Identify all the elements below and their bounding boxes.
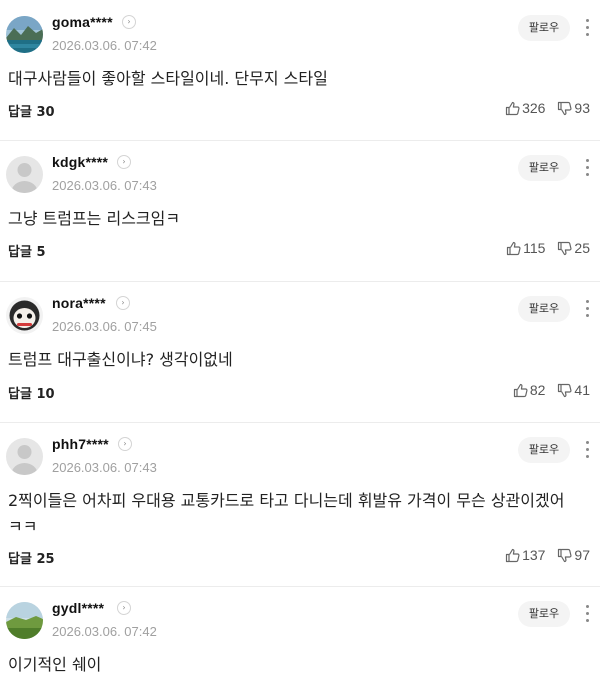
timestamp: 2026.03.06. 07:42 bbox=[52, 38, 157, 53]
like-count: 115 bbox=[523, 240, 546, 256]
timestamp: 2026.03.06. 07:43 bbox=[52, 178, 157, 193]
reply-button[interactable]: 답글 10 bbox=[8, 383, 55, 402]
user-name[interactable]: gydl**** bbox=[52, 600, 104, 616]
vote-group: 137 97 bbox=[505, 547, 590, 563]
follow-button[interactable]: 팔로우 bbox=[518, 155, 570, 181]
dislike-count: 97 bbox=[574, 547, 590, 563]
like-count: 326 bbox=[522, 100, 546, 116]
avatar[interactable] bbox=[6, 16, 43, 53]
timestamp: 2026.03.06. 07:43 bbox=[52, 460, 157, 475]
lake-landscape-photo bbox=[6, 16, 43, 53]
chevron-right-icon[interactable]: › bbox=[117, 155, 131, 169]
vote-group: 326 93 bbox=[505, 100, 590, 116]
vote-group: 82 41 bbox=[513, 382, 590, 398]
like-count: 82 bbox=[529, 382, 546, 398]
character-face-photo bbox=[6, 297, 43, 334]
user-name[interactable]: kdgk**** bbox=[52, 154, 108, 170]
chevron-right-icon[interactable]: › bbox=[118, 437, 132, 451]
dislike-count: 93 bbox=[574, 100, 590, 116]
comment-item: nora**** › 2026.03.06. 07:45 팔로우 트럼프 대구출… bbox=[0, 281, 600, 423]
follow-button[interactable]: 팔로우 bbox=[518, 437, 570, 463]
comment-text: 트럼프 대구출신이냐? 생각이없네 bbox=[8, 350, 233, 369]
more-options-icon[interactable] bbox=[580, 603, 594, 625]
thumbs-up-icon[interactable] bbox=[506, 241, 521, 256]
dislike-count: 25 bbox=[574, 240, 590, 256]
comment-text: 대구사람들이 좋아할 스타일이네. 단무지 스타일 bbox=[8, 69, 328, 88]
avatar[interactable] bbox=[6, 602, 43, 639]
grass-field-photo bbox=[6, 602, 43, 639]
more-options-icon[interactable] bbox=[580, 157, 594, 179]
comment-item: gydl**** › 2026.03.06. 07:42 팔로우 이기적인 쉐이 bbox=[0, 586, 600, 680]
avatar[interactable] bbox=[6, 438, 43, 475]
follow-button[interactable]: 팔로우 bbox=[518, 601, 570, 627]
more-options-icon[interactable] bbox=[580, 17, 594, 39]
chevron-right-icon[interactable]: › bbox=[122, 15, 136, 29]
thumbs-down-icon[interactable] bbox=[557, 548, 572, 563]
vote-group: 115 25 bbox=[506, 240, 590, 256]
thumbs-down-icon[interactable] bbox=[557, 383, 572, 398]
user-name[interactable]: nora**** bbox=[52, 295, 106, 311]
dislike-count: 41 bbox=[574, 382, 590, 398]
comment-item: goma**** › 2026.03.06. 07:42 팔로우 대구사람들이 … bbox=[0, 0, 600, 141]
thumbs-down-icon[interactable] bbox=[557, 241, 572, 256]
comment-text: 2찍이들은 어차피 우대용 교통카드로 타고 다니는데 휘발유 가격이 무슨 상… bbox=[8, 491, 565, 536]
comment-text: 그냥 트럼프는 리스크임ㅋ bbox=[8, 209, 181, 228]
default-user-icon bbox=[6, 156, 43, 193]
user-name[interactable]: goma**** bbox=[52, 14, 113, 30]
reply-button[interactable]: 답글 30 bbox=[8, 101, 55, 120]
reply-button[interactable]: 답글 25 bbox=[8, 548, 55, 567]
comment-item: phh7**** › 2026.03.06. 07:43 팔로우 2찍이들은 어… bbox=[0, 422, 600, 587]
reply-button[interactable]: 답글 5 bbox=[8, 241, 46, 260]
thumbs-up-icon[interactable] bbox=[505, 548, 520, 563]
like-count: 137 bbox=[522, 547, 546, 563]
avatar[interactable] bbox=[6, 297, 43, 334]
thumbs-up-icon[interactable] bbox=[505, 101, 520, 116]
chevron-right-icon[interactable]: › bbox=[117, 601, 131, 615]
timestamp: 2026.03.06. 07:42 bbox=[52, 624, 157, 639]
comment-item: kdgk**** › 2026.03.06. 07:43 팔로우 그냥 트럼프는… bbox=[0, 140, 600, 282]
follow-button[interactable]: 팔로우 bbox=[518, 15, 570, 41]
chevron-right-icon[interactable]: › bbox=[116, 296, 130, 310]
more-options-icon[interactable] bbox=[580, 439, 594, 461]
default-user-icon bbox=[6, 438, 43, 475]
thumbs-up-icon[interactable] bbox=[513, 383, 528, 398]
avatar[interactable] bbox=[6, 156, 43, 193]
user-name[interactable]: phh7**** bbox=[52, 436, 109, 452]
follow-button[interactable]: 팔로우 bbox=[518, 296, 570, 322]
more-options-icon[interactable] bbox=[580, 298, 594, 320]
thumbs-down-icon[interactable] bbox=[557, 101, 572, 116]
comment-text: 이기적인 쉐이 bbox=[8, 655, 102, 674]
timestamp: 2026.03.06. 07:45 bbox=[52, 319, 157, 334]
